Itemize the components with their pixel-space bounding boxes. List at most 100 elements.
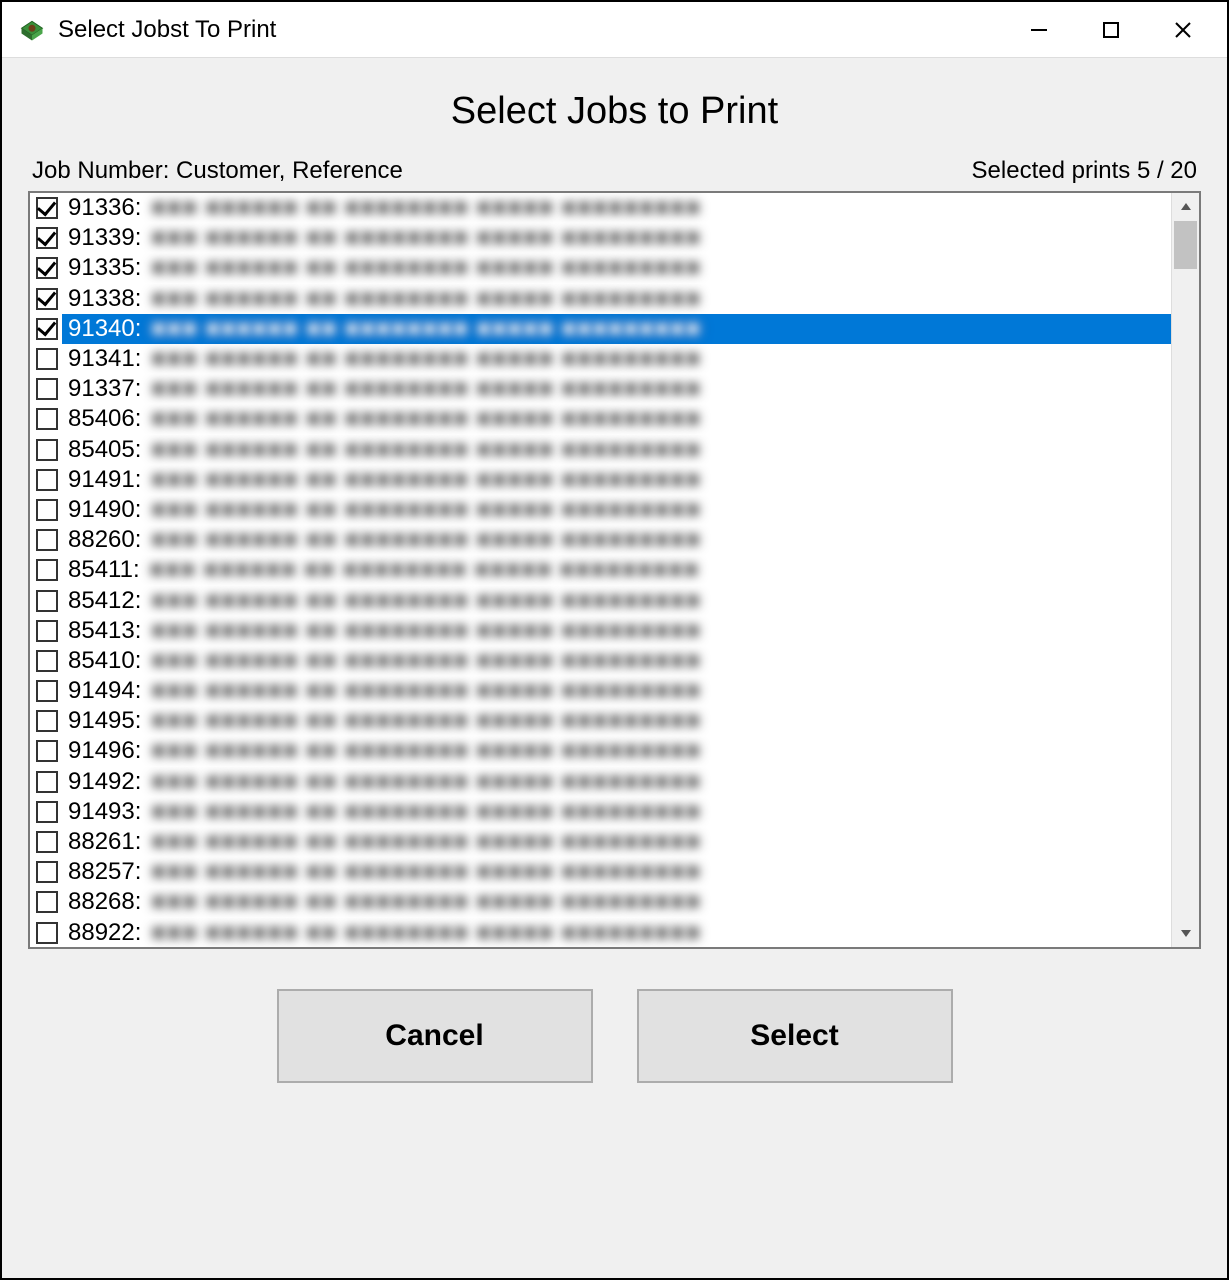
cancel-button[interactable]: Cancel xyxy=(277,989,593,1083)
scroll-thumb[interactable] xyxy=(1174,221,1197,269)
job-checkbox[interactable] xyxy=(36,590,58,612)
list-item-text: 91491: ■■■ ■■■■■■ ■■ ■■■■■■■■ ■■■■■ ■■■■■… xyxy=(62,465,1171,495)
job-checkbox[interactable] xyxy=(36,408,58,430)
job-checkbox[interactable] xyxy=(36,348,58,370)
job-checkbox[interactable] xyxy=(36,499,58,521)
job-details-redacted: ■■■ ■■■■■■ ■■ ■■■■■■■■ ■■■■■ ■■■■■■■■■ xyxy=(151,798,701,826)
list-item-text: 88922: ■■■ ■■■■■■ ■■ ■■■■■■■■ ■■■■■ ■■■■■… xyxy=(62,918,1171,948)
vertical-scrollbar[interactable] xyxy=(1171,193,1199,947)
list-item[interactable]: 88257:■■■ ■■■■■■ ■■ ■■■■■■■■ ■■■■■ ■■■■■… xyxy=(30,857,1171,887)
list-item[interactable]: 91336:■■■ ■■■■■■ ■■ ■■■■■■■■ ■■■■■ ■■■■■… xyxy=(30,193,1171,223)
list-item-text: 91490:■■■ ■■■■■■ ■■ ■■■■■■■■ ■■■■■ ■■■■■… xyxy=(62,495,1171,525)
job-checkbox[interactable] xyxy=(36,559,58,581)
job-checkbox[interactable] xyxy=(36,439,58,461)
list-item[interactable]: 91335:■■■ ■■■■■■ ■■ ■■■■■■■■ ■■■■■ ■■■■■… xyxy=(30,253,1171,283)
list-item[interactable]: 91491: ■■■ ■■■■■■ ■■ ■■■■■■■■ ■■■■■ ■■■■■… xyxy=(30,465,1171,495)
list-item[interactable]: 91496:■■■ ■■■■■■ ■■ ■■■■■■■■ ■■■■■ ■■■■■… xyxy=(30,736,1171,766)
job-checkbox[interactable] xyxy=(36,650,58,672)
job-checkbox[interactable] xyxy=(36,469,58,491)
list-item[interactable]: 88922: ■■■ ■■■■■■ ■■ ■■■■■■■■ ■■■■■ ■■■■■… xyxy=(30,918,1171,948)
job-number: 91490: xyxy=(68,496,141,524)
list-item[interactable]: 91492: ■■■ ■■■■■■ ■■ ■■■■■■■■ ■■■■■ ■■■■■… xyxy=(30,767,1171,797)
job-checkbox[interactable] xyxy=(36,861,58,883)
job-number: 85412: xyxy=(68,587,141,615)
dialog-button-row: Cancel Select xyxy=(28,949,1201,1083)
list-item[interactable]: 85405:■■■ ■■■■■■ ■■ ■■■■■■■■ ■■■■■ ■■■■■… xyxy=(30,435,1171,465)
job-number: 91495: xyxy=(68,707,141,735)
list-item[interactable]: 91494:■■■ ■■■■■■ ■■ ■■■■■■■■ ■■■■■ ■■■■■… xyxy=(30,676,1171,706)
job-details-redacted: ■■■ ■■■■■■ ■■ ■■■■■■■■ ■■■■■ ■■■■■■■■■ xyxy=(151,828,701,856)
job-checkbox[interactable] xyxy=(36,680,58,702)
list-item[interactable]: 88261:■■■ ■■■■■■ ■■ ■■■■■■■■ ■■■■■ ■■■■■… xyxy=(30,827,1171,857)
job-checkbox[interactable] xyxy=(36,740,58,762)
job-checkbox[interactable] xyxy=(36,318,58,340)
job-number: 85406: xyxy=(68,405,141,433)
list-item[interactable]: 91495:■■■ ■■■■■■ ■■ ■■■■■■■■ ■■■■■ ■■■■■… xyxy=(30,706,1171,736)
jobs-listbox[interactable]: 91336:■■■ ■■■■■■ ■■ ■■■■■■■■ ■■■■■ ■■■■■… xyxy=(28,191,1201,949)
list-item-text: 91336:■■■ ■■■■■■ ■■ ■■■■■■■■ ■■■■■ ■■■■■… xyxy=(62,193,1171,223)
list-item[interactable]: 88260:■■■ ■■■■■■ ■■ ■■■■■■■■ ■■■■■ ■■■■■… xyxy=(30,525,1171,555)
job-details-redacted: ■■■ ■■■■■■ ■■ ■■■■■■■■ ■■■■■ ■■■■■■■■■ xyxy=(151,768,701,796)
job-number: 85410: xyxy=(68,647,141,675)
job-details-redacted: ■■■ ■■■■■■ ■■ ■■■■■■■■ ■■■■■ ■■■■■■■■■ xyxy=(151,466,701,494)
job-checkbox[interactable] xyxy=(36,288,58,310)
job-checkbox[interactable] xyxy=(36,378,58,400)
list-item-text: 88261:■■■ ■■■■■■ ■■ ■■■■■■■■ ■■■■■ ■■■■■… xyxy=(62,827,1171,857)
scroll-down-arrow-icon[interactable] xyxy=(1172,919,1199,947)
job-details-redacted: ■■■ ■■■■■■ ■■ ■■■■■■■■ ■■■■■ ■■■■■■■■■ xyxy=(151,436,701,464)
job-number: 91341: xyxy=(68,345,141,373)
job-number: 88260: xyxy=(68,526,141,554)
list-item[interactable]: 85410:■■■ ■■■■■■ ■■ ■■■■■■■■ ■■■■■ ■■■■■… xyxy=(30,646,1171,676)
list-item[interactable]: 91337:■■■ ■■■■■■ ■■ ■■■■■■■■ ■■■■■ ■■■■■… xyxy=(30,374,1171,404)
list-item-text: 91494:■■■ ■■■■■■ ■■ ■■■■■■■■ ■■■■■ ■■■■■… xyxy=(62,676,1171,706)
job-number: 91491: xyxy=(68,466,141,494)
job-details-redacted: ■■■ ■■■■■■ ■■ ■■■■■■■■ ■■■■■ ■■■■■■■■■ xyxy=(151,345,701,373)
job-checkbox[interactable] xyxy=(36,831,58,853)
job-details-redacted: ■■■ ■■■■■■ ■■ ■■■■■■■■ ■■■■■ ■■■■■■■■■ xyxy=(151,224,701,252)
maximize-button[interactable] xyxy=(1075,2,1147,58)
list-item[interactable]: 91341: ■■■ ■■■■■■ ■■ ■■■■■■■■ ■■■■■ ■■■■■… xyxy=(30,344,1171,374)
list-item-text: 85411:■■■ ■■■■■■ ■■ ■■■■■■■■ ■■■■■ ■■■■■… xyxy=(62,555,1171,585)
list-item-text: 91493: ■■■ ■■■■■■ ■■ ■■■■■■■■ ■■■■■ ■■■■■… xyxy=(62,797,1171,827)
job-number: 88922: xyxy=(68,919,141,947)
job-checkbox[interactable] xyxy=(36,710,58,732)
job-number: 91339: xyxy=(68,224,141,252)
list-item[interactable]: 91490:■■■ ■■■■■■ ■■ ■■■■■■■■ ■■■■■ ■■■■■… xyxy=(30,495,1171,525)
list-item[interactable]: 85411:■■■ ■■■■■■ ■■ ■■■■■■■■ ■■■■■ ■■■■■… xyxy=(30,555,1171,585)
list-item[interactable]: 91340:■■■ ■■■■■■ ■■ ■■■■■■■■ ■■■■■ ■■■■■… xyxy=(30,314,1171,344)
scroll-up-arrow-icon[interactable] xyxy=(1172,193,1199,221)
job-details-redacted: ■■■ ■■■■■■ ■■ ■■■■■■■■ ■■■■■ ■■■■■■■■■ xyxy=(151,315,701,343)
minimize-button[interactable] xyxy=(1003,2,1075,58)
job-checkbox[interactable] xyxy=(36,891,58,913)
job-checkbox[interactable] xyxy=(36,529,58,551)
job-checkbox[interactable] xyxy=(36,620,58,642)
job-checkbox[interactable] xyxy=(36,227,58,249)
job-checkbox[interactable] xyxy=(36,801,58,823)
list-item[interactable]: 91493: ■■■ ■■■■■■ ■■ ■■■■■■■■ ■■■■■ ■■■■■… xyxy=(30,797,1171,827)
job-details-redacted: ■■■ ■■■■■■ ■■ ■■■■■■■■ ■■■■■ ■■■■■■■■■ xyxy=(151,587,701,615)
select-button[interactable]: Select xyxy=(637,989,953,1083)
list-item[interactable]: 85413:■■■ ■■■■■■ ■■ ■■■■■■■■ ■■■■■ ■■■■■… xyxy=(30,616,1171,646)
list-item[interactable]: 88268:■■■ ■■■■■■ ■■ ■■■■■■■■ ■■■■■ ■■■■■… xyxy=(30,887,1171,917)
job-details-redacted: ■■■ ■■■■■■ ■■ ■■■■■■■■ ■■■■■ ■■■■■■■■■ xyxy=(151,405,701,433)
list-item-text: 91340:■■■ ■■■■■■ ■■ ■■■■■■■■ ■■■■■ ■■■■■… xyxy=(62,314,1171,344)
job-checkbox[interactable] xyxy=(36,771,58,793)
list-item-text: 91492: ■■■ ■■■■■■ ■■ ■■■■■■■■ ■■■■■ ■■■■■… xyxy=(62,767,1171,797)
job-details-redacted: ■■■ ■■■■■■ ■■ ■■■■■■■■ ■■■■■ ■■■■■■■■■ xyxy=(151,919,701,947)
job-details-redacted: ■■■ ■■■■■■ ■■ ■■■■■■■■ ■■■■■ ■■■■■■■■■ xyxy=(151,677,701,705)
list-item[interactable]: 85406: ■■■ ■■■■■■ ■■ ■■■■■■■■ ■■■■■ ■■■■■… xyxy=(30,404,1171,434)
scroll-track[interactable] xyxy=(1172,221,1199,919)
job-checkbox[interactable] xyxy=(36,922,58,944)
job-number: 91493: xyxy=(68,798,141,826)
close-button[interactable] xyxy=(1147,2,1219,58)
job-details-redacted: ■■■ ■■■■■■ ■■ ■■■■■■■■ ■■■■■ ■■■■■■■■■ xyxy=(151,888,701,916)
list-item[interactable]: 91338:■■■ ■■■■■■ ■■ ■■■■■■■■ ■■■■■ ■■■■■… xyxy=(30,284,1171,314)
job-checkbox[interactable] xyxy=(36,197,58,219)
job-details-redacted: ■■■ ■■■■■■ ■■ ■■■■■■■■ ■■■■■ ■■■■■■■■■ xyxy=(151,194,701,222)
job-number: 91492: xyxy=(68,768,141,796)
list-item-text: 91339: ■■■ ■■■■■■ ■■ ■■■■■■■■ ■■■■■ ■■■■■… xyxy=(62,223,1171,253)
job-details-redacted: ■■■ ■■■■■■ ■■ ■■■■■■■■ ■■■■■ ■■■■■■■■■ xyxy=(151,375,701,403)
list-item[interactable]: 91339: ■■■ ■■■■■■ ■■ ■■■■■■■■ ■■■■■ ■■■■■… xyxy=(30,223,1171,253)
list-item[interactable]: 85412: ■■■ ■■■■■■ ■■ ■■■■■■■■ ■■■■■ ■■■■■… xyxy=(30,585,1171,615)
job-checkbox[interactable] xyxy=(36,257,58,279)
